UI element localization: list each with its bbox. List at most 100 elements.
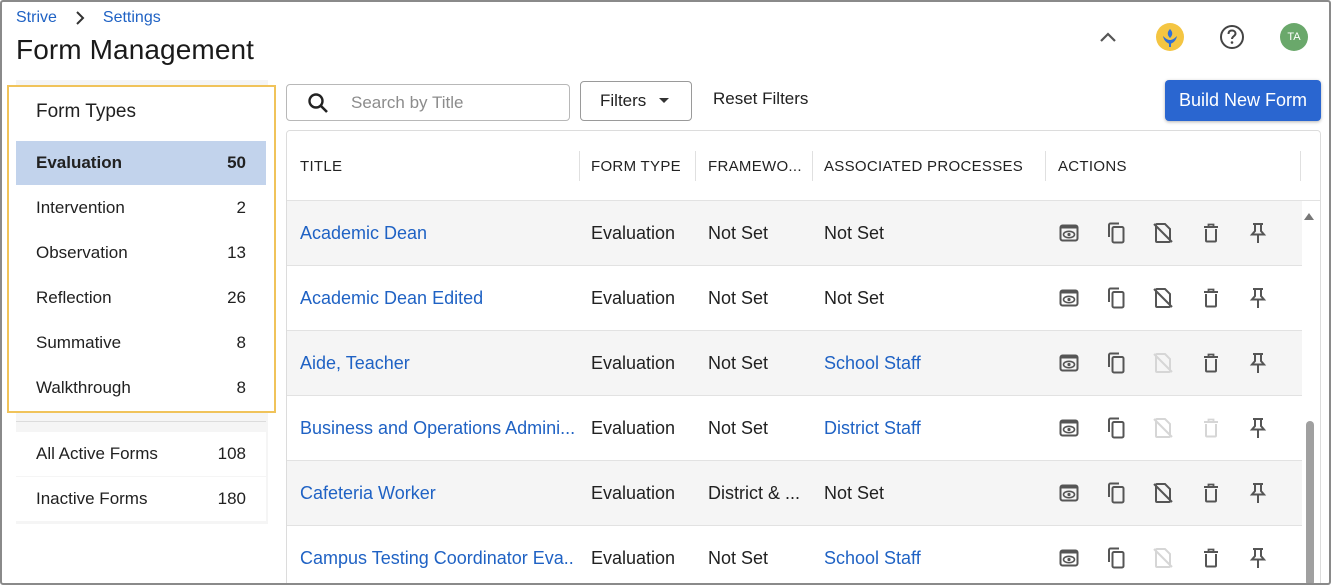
chevron-right-icon [75,11,85,25]
sidebar-item-label: Inactive Forms [36,489,148,508]
chevron-up-icon[interactable] [1093,22,1123,52]
table-row: Academic Dean Edited Evaluation Not Set Not… [287,266,1302,331]
column-divider [1045,151,1046,181]
unlink-icon[interactable] [1150,479,1176,507]
delete-icon[interactable] [1198,219,1224,247]
form-title-link[interactable]: Aide, Teacher [300,331,575,395]
form-type-cell: Evaluation [591,287,676,308]
scrollbar-thumb[interactable] [1306,421,1314,585]
breadcrumb-root-link[interactable]: Strive [16,9,57,27]
form-type-walkthrough[interactable]: Walkthrough 8 [16,366,266,410]
help-icon[interactable] [1217,22,1247,52]
copy-icon[interactable] [1103,479,1129,507]
strive-logo-icon[interactable] [1155,22,1185,52]
framework-cell: Not Set [708,352,769,373]
associated-process-cell: Not Set [824,482,885,503]
forms-table: TITLE FORM TYPE FRAMEWO... ASSOCIATED PR… [286,130,1321,585]
table-row: Business and Operations Admini... Evaluat… [287,396,1302,461]
pin-icon[interactable] [1245,349,1271,377]
sidebar-item-count: 108 [217,444,246,463]
search-input[interactable] [351,92,551,113]
build-new-form-button[interactable]: Build New Form [1165,80,1321,121]
preview-icon[interactable] [1056,479,1082,507]
page-title: Form Management [16,34,255,65]
copy-icon[interactable] [1103,219,1129,247]
form-type-label: Walkthrough [36,378,131,397]
framework-cell: District & ... [708,482,801,503]
form-type-intervention[interactable]: Intervention 2 [16,186,266,230]
form-type-reflection[interactable]: Reflection 26 [16,276,266,320]
form-type-count: 26 [227,288,246,307]
form-title-link[interactable]: Academic Dean Edited [300,266,575,330]
scroll-up-arrow-icon[interactable] [1303,208,1315,226]
user-avatar[interactable]: TA [1279,22,1309,52]
form-title-link[interactable]: Academic Dean [300,201,575,265]
filters-label: Filters [600,91,647,110]
column-divider [812,151,813,181]
avatar-initials: TA [1280,23,1308,51]
associated-process-link[interactable]: District Staff [824,396,1039,460]
delete-icon[interactable] [1198,479,1224,507]
preview-icon[interactable] [1056,219,1082,247]
pin-icon[interactable] [1245,479,1271,507]
pin-icon[interactable] [1245,414,1271,442]
form-type-cell: Evaluation [591,352,676,373]
copy-icon[interactable] [1103,544,1129,572]
filters-dropdown[interactable]: Filters [580,81,692,121]
pin-icon[interactable] [1245,544,1271,572]
search-box[interactable] [286,84,570,121]
form-type-label: Intervention [36,198,125,217]
column-header-title[interactable]: TITLE [300,131,342,201]
sidebar-item-count: 180 [217,489,246,508]
preview-icon[interactable] [1056,414,1082,442]
column-header-form-type[interactable]: FORM TYPE [591,131,681,201]
form-type-label: Reflection [36,288,112,307]
breadcrumb-settings-link[interactable]: Settings [103,9,161,27]
column-divider [1300,151,1301,181]
form-type-count: 2 [236,198,246,217]
copy-icon[interactable] [1103,414,1129,442]
form-type-summative[interactable]: Summative 8 [16,321,266,365]
table-row: Cafeteria Worker Evaluation District & ...… [287,461,1302,526]
table-header: TITLE FORM TYPE FRAMEWO... ASSOCIATED PR… [287,131,1320,201]
unlink-icon[interactable] [1150,284,1176,312]
preview-icon[interactable] [1056,544,1082,572]
framework-cell: Not Set [708,287,769,308]
associated-process-cell: Not Set [824,222,885,243]
form-title-link[interactable]: Business and Operations Admini... [300,396,575,460]
unlink-icon [1150,349,1176,377]
table-row: Aide, Teacher Evaluation Not Set School Sta… [287,331,1302,396]
column-header-actions: ACTIONS [1058,157,1127,175]
copy-icon[interactable] [1103,284,1129,312]
associated-process-link[interactable]: School Staff [824,526,1039,585]
form-type-cell: Evaluation [591,482,676,503]
sidebar-item-all-active-forms[interactable]: All Active Forms 108 [16,432,266,476]
delete-icon[interactable] [1198,349,1224,377]
framework-cell: Not Set [708,547,769,568]
table-row: Academic Dean Evaluation Not Set Not Set [287,201,1302,266]
column-divider [695,151,696,181]
header-icons: TA [1061,22,1309,52]
delete-icon[interactable] [1198,284,1224,312]
unlink-icon[interactable] [1150,219,1176,247]
form-type-count: 8 [236,378,246,397]
form-type-evaluation[interactable]: Evaluation 50 [16,141,266,185]
preview-icon[interactable] [1056,284,1082,312]
pin-icon[interactable] [1245,284,1271,312]
form-title-link[interactable]: Campus Testing Coordinator Eva... [300,526,575,585]
unlink-icon [1150,544,1176,572]
column-header-associated-processes[interactable]: ASSOCIATED PROCESSES [824,131,1023,201]
form-type-observation[interactable]: Observation 13 [16,231,266,275]
delete-icon[interactable] [1198,544,1224,572]
sidebar-item-inactive-forms[interactable]: Inactive Forms 180 [16,477,266,521]
column-header-framework[interactable]: FRAMEWO... [708,131,802,201]
form-type-label: Observation [36,243,128,262]
pin-icon[interactable] [1245,219,1271,247]
framework-cell: Not Set [708,222,769,243]
reset-filters-button[interactable]: Reset Filters [713,89,808,109]
associated-process-link[interactable]: School Staff [824,331,1039,395]
form-title-link[interactable]: Cafeteria Worker [300,461,575,525]
delete-icon [1198,414,1224,442]
copy-icon[interactable] [1103,349,1129,377]
preview-icon[interactable] [1056,349,1082,377]
